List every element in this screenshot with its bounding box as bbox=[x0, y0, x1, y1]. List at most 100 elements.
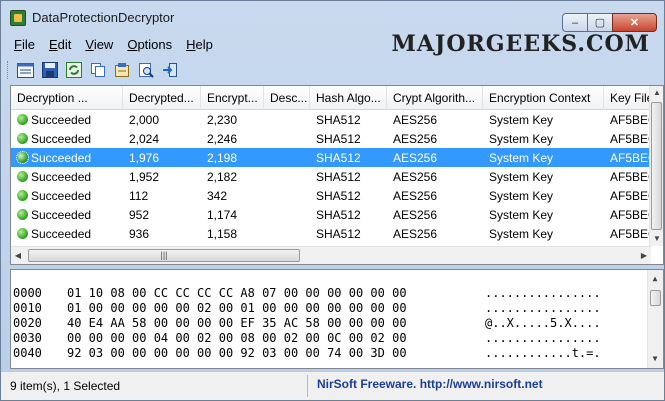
table-row[interactable]: Succeeded 112 342 SHA512 AES256 System Key AF5… bbox=[11, 186, 651, 205]
cell-encrypted-size-text: 342 bbox=[207, 189, 228, 203]
success-status-icon bbox=[17, 190, 28, 201]
menu-help[interactable]: Help bbox=[179, 35, 220, 55]
table-row-selected[interactable]: Succeeded 1,976 2,198 SHA512 AES256 System Ke… bbox=[11, 148, 651, 167]
title-bar[interactable]: DataProtectionDecryptor – ▢ ✕ bbox=[1, 1, 664, 33]
cell-key-file: AF5BEC bbox=[604, 148, 651, 167]
cell-decrypted-size: 2,024 bbox=[123, 129, 201, 148]
menu-options-mnemonic: O bbox=[127, 37, 138, 52]
hex-dump-pane[interactable]: 0000 01 10 08 00 CC CC CC CC A8 07 00 00 … bbox=[10, 269, 664, 369]
column-header-decrypted-size[interactable]: Decrypted... bbox=[123, 86, 201, 110]
properties-icon[interactable] bbox=[112, 61, 131, 80]
cell-hash-algorithm: SHA512 bbox=[310, 129, 387, 148]
maximize-button[interactable]: ▢ bbox=[587, 13, 613, 32]
hex-vertical-scrollbar[interactable]: ▲ ▼ bbox=[647, 270, 663, 368]
menu-bar: File Edit View Options Help bbox=[7, 35, 220, 55]
hex-ascii: ............t.=. bbox=[485, 346, 601, 360]
list-horizontal-scrollbar[interactable]: ◀ ||| ▶ bbox=[11, 246, 651, 264]
cell-encrypted-size-text: 1,158 bbox=[207, 227, 238, 241]
save-icon[interactable] bbox=[40, 61, 59, 80]
column-header-encryption-context[interactable]: Encryption Context bbox=[483, 86, 604, 110]
cell-decrypted-size-text: 2,024 bbox=[129, 132, 160, 146]
cell-description bbox=[264, 205, 310, 224]
cell-encrypted-size-text: 2,230 bbox=[207, 113, 238, 127]
cell-key-file: AF5BEC bbox=[604, 205, 651, 224]
menu-file-label: ile bbox=[21, 37, 35, 52]
cell-crypt-algorithm: AES256 bbox=[387, 129, 483, 148]
scroll-left-arrow-icon[interactable]: ◀ bbox=[11, 249, 25, 263]
find-icon[interactable] bbox=[136, 61, 155, 80]
cell-crypt-algorithm-text: AES256 bbox=[393, 227, 438, 241]
column-header-encrypted-size[interactable]: Encrypt... bbox=[201, 86, 264, 110]
column-header-crypt-algorithm[interactable]: Crypt Algorith... bbox=[387, 86, 483, 110]
table-row[interactable]: Succeeded 952 1,174 SHA512 AES256 System Key A… bbox=[11, 205, 651, 224]
options-icon[interactable] bbox=[16, 61, 35, 80]
hex-scroll-thumb[interactable] bbox=[650, 290, 661, 306]
column-header-decryption-status[interactable]: Decryption ... bbox=[11, 86, 123, 110]
cell-decryption-status: Succeeded bbox=[11, 205, 123, 224]
hex-row: 0040 92 03 00 00 00 00 00 00 92 03 00 00 … bbox=[13, 346, 643, 360]
cell-description bbox=[264, 129, 310, 148]
majorgeeks-watermark: MAJORGEEKS.COM bbox=[391, 31, 650, 57]
cell-hash-algorithm-text: SHA512 bbox=[316, 113, 361, 127]
cell-crypt-algorithm-text: AES256 bbox=[393, 208, 438, 222]
cell-decrypted-size: 1,976 bbox=[123, 148, 201, 167]
table-row[interactable]: Succeeded 2,000 2,230 SHA512 AES256 System Ke… bbox=[11, 110, 651, 129]
hex-row: 0010 01 00 00 00 00 00 02 00 01 00 00 00 … bbox=[13, 301, 643, 315]
scroll-up-arrow-icon[interactable]: ▲ bbox=[650, 86, 663, 100]
table-row[interactable]: Succeeded 1,952 2,182 SHA512 AES256 System Ke… bbox=[11, 167, 651, 186]
cell-encryption-context: System Key bbox=[483, 224, 604, 243]
list-vertical-scroll-thumb[interactable] bbox=[651, 102, 662, 230]
cell-encryption-context-text: System Key bbox=[489, 189, 554, 203]
column-header-description[interactable]: Desc... bbox=[264, 86, 310, 110]
menu-help-mnemonic: H bbox=[186, 37, 196, 52]
cell-key-file: AF5BEC bbox=[604, 224, 651, 243]
cell-encryption-context-text: System Key bbox=[489, 227, 554, 241]
cell-encryption-context: System Key bbox=[483, 167, 604, 186]
hex-bytes: 01 00 00 00 00 00 02 00 01 00 00 00 00 0… bbox=[67, 301, 407, 315]
exit-icon[interactable] bbox=[160, 61, 179, 80]
status-divider bbox=[307, 375, 308, 397]
hex-ascii: ................ bbox=[485, 301, 601, 315]
menu-options[interactable]: Options bbox=[120, 35, 179, 55]
menu-file[interactable]: File bbox=[7, 35, 42, 55]
list-horizontal-scroll-thumb[interactable]: ||| bbox=[28, 249, 300, 262]
hex-bytes: 00 00 00 00 04 00 02 00 08 00 02 00 0C 0… bbox=[67, 331, 407, 345]
success-status-icon bbox=[17, 209, 28, 220]
cell-hash-algorithm: SHA512 bbox=[310, 167, 387, 186]
table-row[interactable]: Succeeded 936 1,158 SHA512 AES256 System Key A… bbox=[11, 224, 651, 243]
cell-decrypted-size-text: 952 bbox=[129, 208, 150, 222]
hex-scroll-down-arrow-icon[interactable]: ▼ bbox=[648, 352, 662, 366]
column-header-hash-algorithm[interactable]: Hash Algo... bbox=[310, 86, 387, 110]
success-status-icon bbox=[17, 114, 28, 125]
decryption-list[interactable]: Decryption ... Decrypted... Encrypt... D… bbox=[10, 85, 664, 265]
table-row[interactable]: Succeeded 2,024 2,246 SHA512 AES256 System Ke… bbox=[11, 129, 651, 148]
menu-view[interactable]: View bbox=[78, 35, 120, 55]
cell-decrypted-size-text: 2,000 bbox=[129, 113, 160, 127]
menu-edit[interactable]: Edit bbox=[42, 35, 78, 55]
column-header-key-file[interactable]: Key File bbox=[604, 86, 651, 110]
hex-offset: 0020 bbox=[13, 316, 42, 330]
window-controls: – ▢ ✕ bbox=[562, 13, 657, 32]
scroll-down-arrow-icon[interactable]: ▼ bbox=[650, 232, 663, 246]
cell-encryption-context-text: System Key bbox=[489, 208, 554, 222]
cell-decrypted-size-text: 936 bbox=[129, 227, 150, 241]
copy-icon[interactable] bbox=[88, 61, 107, 80]
cell-crypt-algorithm-text: AES256 bbox=[393, 170, 438, 184]
cell-hash-algorithm-text: SHA512 bbox=[316, 151, 361, 165]
minimize-button[interactable]: – bbox=[562, 13, 588, 32]
hex-scroll-up-arrow-icon[interactable]: ▲ bbox=[648, 272, 662, 286]
scroll-right-arrow-icon[interactable]: ▶ bbox=[637, 249, 651, 263]
menu-help-label: elp bbox=[195, 37, 213, 52]
cell-decrypted-size-text: 112 bbox=[129, 189, 149, 203]
cell-crypt-algorithm-text: AES256 bbox=[393, 132, 438, 146]
cell-description bbox=[264, 148, 310, 167]
cell-decryption-status-text: Succeeded bbox=[31, 170, 92, 184]
menu-view-mnemonic: V bbox=[85, 37, 94, 52]
refresh-icon[interactable] bbox=[64, 61, 83, 80]
close-button[interactable]: ✕ bbox=[612, 13, 657, 32]
list-vertical-scrollbar[interactable]: ▲ ▼ bbox=[649, 86, 663, 246]
hex-bytes: 92 03 00 00 00 00 00 00 92 03 00 00 74 0… bbox=[67, 346, 407, 360]
nirsoft-link[interactable]: NirSoft Freeware. http://www.nirsoft.net bbox=[317, 377, 543, 391]
cell-hash-algorithm: SHA512 bbox=[310, 186, 387, 205]
toolbar-grip[interactable] bbox=[7, 61, 10, 79]
